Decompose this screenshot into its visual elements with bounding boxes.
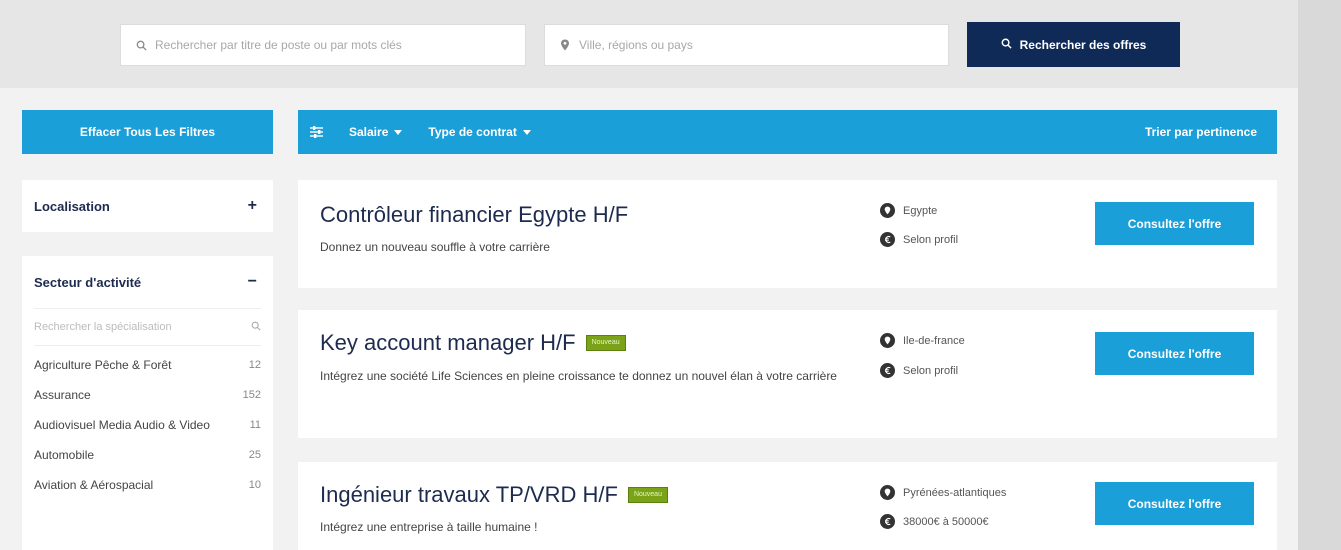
filter-bar: Salaire Type de contrat Trier par pertin… <box>298 110 1277 154</box>
sector-filter-panel: Secteur d'activité − Agriculture Pêche &… <box>22 256 273 550</box>
salary-filter-dropdown[interactable]: Salaire <box>349 125 403 139</box>
job-title-link[interactable]: Ingénieur travaux TP/VRD H/F Nouveau <box>320 482 668 508</box>
location-filter-panel: Localisation + <box>22 180 273 232</box>
new-badge: Nouveau <box>585 335 626 351</box>
sector-item-count: 11 <box>249 419 261 431</box>
job-salary-text: 38000€ à 50000€ <box>903 515 989 528</box>
contract-type-filter-label: Type de contrat <box>428 125 517 139</box>
sector-item-name: Automobile <box>34 448 95 462</box>
sector-list: Agriculture Pêche & Forêt 12 Assurance 1… <box>22 346 273 494</box>
sort-by-relevance[interactable]: Trier par pertinence <box>1145 125 1257 139</box>
specialisation-search-input[interactable] <box>34 321 224 333</box>
sector-item-name: Assurance <box>34 388 91 402</box>
location-filter-title: Localisation <box>34 198 110 214</box>
sector-item[interactable]: Assurance 152 <box>34 386 261 404</box>
search-icon <box>135 39 147 51</box>
job-location-text: Ile-de-france <box>903 334 965 347</box>
job-title: Key account manager H/F <box>320 330 576 355</box>
job-description: Donnez un nouveau souffle à votre carriè… <box>320 240 550 254</box>
chevron-down-icon <box>394 129 403 135</box>
search-header: Rechercher des offres <box>0 0 1298 88</box>
sector-item-name: Aviation & Aérospacial <box>34 478 154 492</box>
location-pin-icon <box>880 203 895 218</box>
job-location: Egypte <box>880 203 937 218</box>
job-card: Contrôleur financier Egypte H/F Donnez u… <box>298 180 1277 288</box>
job-salary-text: Selon profil <box>903 233 959 246</box>
search-icon <box>251 318 261 336</box>
specialisation-search-field[interactable] <box>34 308 261 346</box>
page-gutter <box>1298 0 1341 550</box>
location-pin-icon <box>559 39 571 51</box>
euro-icon <box>880 232 895 247</box>
job-salary: Selon profil <box>880 363 958 378</box>
sector-item-name: Audiovisuel Media Audio & Video <box>34 418 210 432</box>
location-pin-icon <box>880 333 895 348</box>
job-card: Ingénieur travaux TP/VRD H/F Nouveau Int… <box>298 462 1277 550</box>
filter-icon[interactable] <box>310 126 323 138</box>
job-location-text: Egypte <box>903 204 938 217</box>
contract-type-filter-dropdown[interactable]: Type de contrat <box>428 125 531 139</box>
view-offer-button[interactable]: Consultez l'offre <box>1095 332 1254 375</box>
search-jobs-label: Rechercher des offres <box>1019 37 1147 52</box>
sector-item-name: Agriculture Pêche & Forêt <box>34 358 172 372</box>
view-offer-button[interactable]: Consultez l'offre <box>1095 482 1254 525</box>
keyword-search-field[interactable] <box>120 24 526 66</box>
job-salary: Selon profil <box>880 232 958 247</box>
sector-filter-toggle[interactable]: Secteur d'activité − <box>22 256 273 308</box>
location-search-input[interactable] <box>571 38 948 52</box>
job-location-text: Pyrénées-atlantiques <box>903 486 1007 499</box>
location-pin-icon <box>880 485 895 500</box>
sector-filter-title: Secteur d'activité <box>34 274 142 290</box>
sector-item[interactable]: Aviation & Aérospacial 10 <box>34 476 261 494</box>
salary-filter-label: Salaire <box>349 125 389 139</box>
clear-filters-button[interactable]: Effacer Tous Les Filtres <box>22 110 273 154</box>
job-description: Intégrez une entreprise à taille humaine… <box>320 520 538 534</box>
job-salary: 38000€ à 50000€ <box>880 514 989 529</box>
sector-item-count: 12 <box>248 359 261 371</box>
new-badge: Nouveau <box>627 487 668 503</box>
sector-item-count: 10 <box>248 479 261 491</box>
view-offer-button[interactable]: Consultez l'offre <box>1095 202 1254 245</box>
sector-item[interactable]: Agriculture Pêche & Forêt 12 <box>34 356 261 374</box>
job-description: Intégrez une société Life Sciences en pl… <box>320 369 837 383</box>
sector-item-count: 25 <box>248 449 261 461</box>
sector-item[interactable]: Audiovisuel Media Audio & Video 11 <box>34 416 261 434</box>
search-icon <box>1001 38 1012 52</box>
job-location: Pyrénées-atlantiques <box>880 485 1006 500</box>
job-title: Contrôleur financier Egypte H/F <box>320 202 629 227</box>
location-filter-toggle[interactable]: Localisation + <box>22 180 273 232</box>
job-title-link[interactable]: Contrôleur financier Egypte H/F <box>320 202 628 228</box>
sector-item[interactable]: Automobile 25 <box>34 446 261 464</box>
euro-icon <box>880 363 895 378</box>
expand-plus-icon[interactable]: + <box>248 197 257 215</box>
sector-item-count: 152 <box>242 389 261 401</box>
location-search-field[interactable] <box>544 24 949 66</box>
job-location: Ile-de-france <box>880 333 965 348</box>
collapse-minus-icon[interactable]: − <box>248 273 257 291</box>
chevron-down-icon <box>522 129 531 135</box>
job-card: Key account manager H/F Nouveau Intégrez… <box>298 310 1277 438</box>
keyword-search-input[interactable] <box>147 38 525 52</box>
euro-icon <box>880 514 895 529</box>
search-jobs-button[interactable]: Rechercher des offres <box>967 22 1180 67</box>
job-title-link[interactable]: Key account manager H/F Nouveau <box>320 330 626 356</box>
job-title: Ingénieur travaux TP/VRD H/F <box>320 482 618 507</box>
job-salary-text: Selon profil <box>903 364 959 377</box>
